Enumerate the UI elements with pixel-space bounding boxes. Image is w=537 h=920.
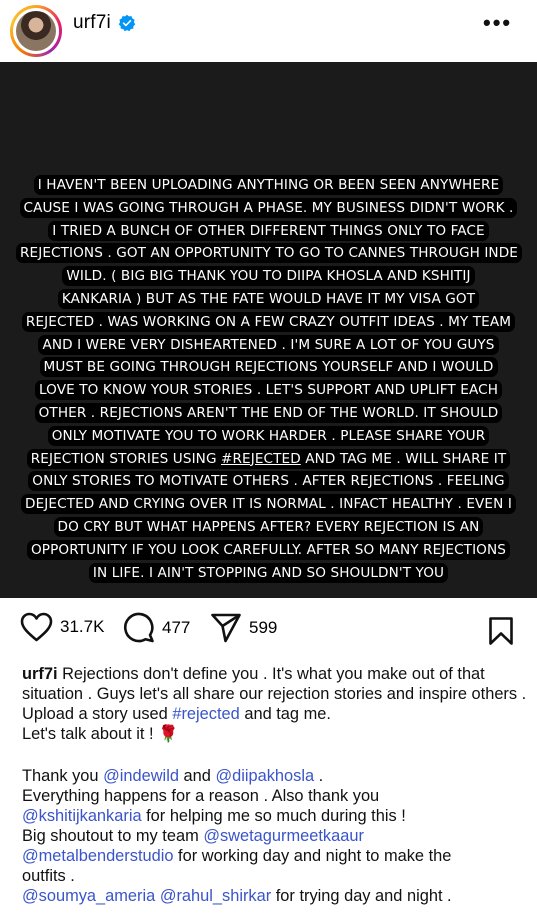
story-line: REJECTED . WAS WORKING ON A FEW CRAZY OU…	[25, 313, 512, 330]
verified-icon	[118, 14, 136, 32]
mention-rahul-shirkar[interactable]: @rahul_shirkar	[160, 887, 271, 905]
avatar	[16, 11, 56, 51]
story-line: LOVE TO KNOW YOUR STORIES . LET'S SUPPOR…	[38, 382, 499, 399]
caption-kshitij: @kshitijkankaria for helping me so much …	[22, 806, 527, 826]
post-header: urf7i •••	[0, 0, 537, 62]
share-icon[interactable]	[210, 612, 242, 643]
mention-indewild[interactable]: @indewild	[103, 767, 179, 785]
story-line: IN LIFE. I AIN'T STOPPING AND SO SHOULDN…	[92, 564, 445, 581]
caption-text: for working day and night to make the	[173, 847, 452, 865]
caption-username[interactable]: urf7i	[22, 665, 58, 683]
story-line: CAUSE I WAS GOING THROUGH A PHASE. MY BU…	[23, 199, 514, 216]
caption-thanks: Thank you @indewild and @diipakhosla .	[22, 766, 527, 786]
story-line: WILD. ( BIG BIG THANK YOU TO DIIPA KHOSL…	[66, 268, 471, 285]
story-line: OPPORTUNITY IF YOU LOOK CAREFULLY. AFTER…	[31, 541, 506, 558]
story-line: MUST BE GOING THROUGH REJECTIONS YOURSEL…	[43, 359, 494, 376]
mention-kshitijkankaria[interactable]: @kshitijkankaria	[22, 807, 142, 825]
caption-text: Big shoutout to my team	[22, 827, 204, 845]
avatar-story-ring[interactable]	[10, 5, 62, 57]
story-hashtag: #REJECTED	[221, 450, 301, 467]
caption-metal: @metalbenderstudio for working day and n…	[22, 846, 527, 866]
caption-text: Everything happens for a reason . Also t…	[22, 787, 380, 805]
story-line: ONLY MOTIVATE YOU TO WORK HARDER . PLEAS…	[51, 427, 486, 444]
story-line-before-tag: REJECTION STORIES USING	[30, 450, 221, 467]
action-bar: 31.7K 477 599	[0, 612, 537, 652]
caption-text: outfits .	[22, 867, 75, 885]
story-line: KANKARIA ) BUT AS THE FATE WOULD HAVE IT…	[61, 290, 476, 307]
story-line: AND I WERE VERY DISHEARTENED . I'M SURE …	[42, 336, 495, 353]
comment-action[interactable]: 477	[123, 612, 190, 643]
caption-text: for helping me so much during this !	[141, 807, 406, 825]
story-line: I HAVEN'T BEEN UPLOADING ANYTHING OR BEE…	[37, 177, 500, 193]
caption-shoutout: Big shoutout to my team @swetagurmeetkaa…	[22, 826, 527, 846]
rose-icon: 🌹	[158, 725, 179, 743]
story-line-after-tag: AND TAG ME . WILL SHARE IT	[300, 450, 507, 467]
mention-swetagurmeetkaaur[interactable]: @swetagurmeetkaaur	[203, 827, 364, 845]
story-line: I TRIED A BUNCH OF OTHER DIFFERENT THING…	[52, 222, 485, 239]
story-text-overlay: I HAVEN'T BEEN UPLOADING ANYTHING OR BEE…	[16, 174, 522, 584]
more-icon[interactable]: •••	[483, 10, 512, 36]
caption-text: for trying day and night .	[271, 887, 452, 905]
mention-soumya-ameria[interactable]: @soumya_ameria	[22, 887, 155, 905]
avatar-frame	[13, 8, 59, 54]
caption-text: Let's talk about it !	[22, 725, 159, 743]
post-caption: urf7i Rejections don't define you . It's…	[22, 664, 527, 906]
caption-text: Thank you	[22, 767, 104, 785]
like-action[interactable]: 31.7K	[20, 612, 104, 642]
story-line: DEJECTED AND CRYING OVER IT IS NORMAL . …	[25, 496, 512, 513]
mention-metalbenderstudio[interactable]: @metalbenderstudio	[22, 847, 174, 865]
bookmark-icon[interactable]	[488, 616, 514, 646]
username[interactable]: urf7i	[73, 12, 111, 34]
story-line: OTHER . REJECTIONS AREN'T THE END OF THE…	[38, 404, 499, 421]
caption-hashtag[interactable]: #rejected	[172, 705, 239, 723]
share-count[interactable]: 599	[249, 618, 277, 638]
caption-text: and tag me.	[239, 705, 331, 723]
caption-text: and	[178, 767, 216, 785]
caption-soumya: @soumya_ameria @rahul_shirkar for trying…	[22, 886, 527, 906]
caption-reason: Everything happens for a reason . Also t…	[22, 786, 527, 806]
mention-diipakhosla[interactable]: @diipakhosla	[215, 767, 314, 785]
share-action[interactable]: 599	[210, 612, 277, 643]
heart-icon[interactable]	[20, 612, 53, 642]
story-text-block: I HAVEN'T BEEN UPLOADING ANYTHING OR BEE…	[16, 175, 522, 583]
like-count[interactable]: 31.7K	[60, 617, 104, 637]
story-line: DO CRY BUT WHAT HAPPENS AFTER? EVERY REJ…	[57, 518, 480, 535]
caption-paragraph: urf7i Rejections don't define you . It's…	[22, 664, 527, 744]
comment-count[interactable]: 477	[162, 618, 190, 638]
story-line: REJECTIONS . GOT AN OPPORTUNITY TO GO TO…	[20, 245, 518, 262]
caption-outfits: outfits .	[22, 866, 527, 886]
caption-text: .	[314, 767, 324, 785]
story-line: ONLY STORIES TO MOTIVATE OTHERS . AFTER …	[32, 473, 505, 490]
comment-icon[interactable]	[123, 612, 155, 643]
